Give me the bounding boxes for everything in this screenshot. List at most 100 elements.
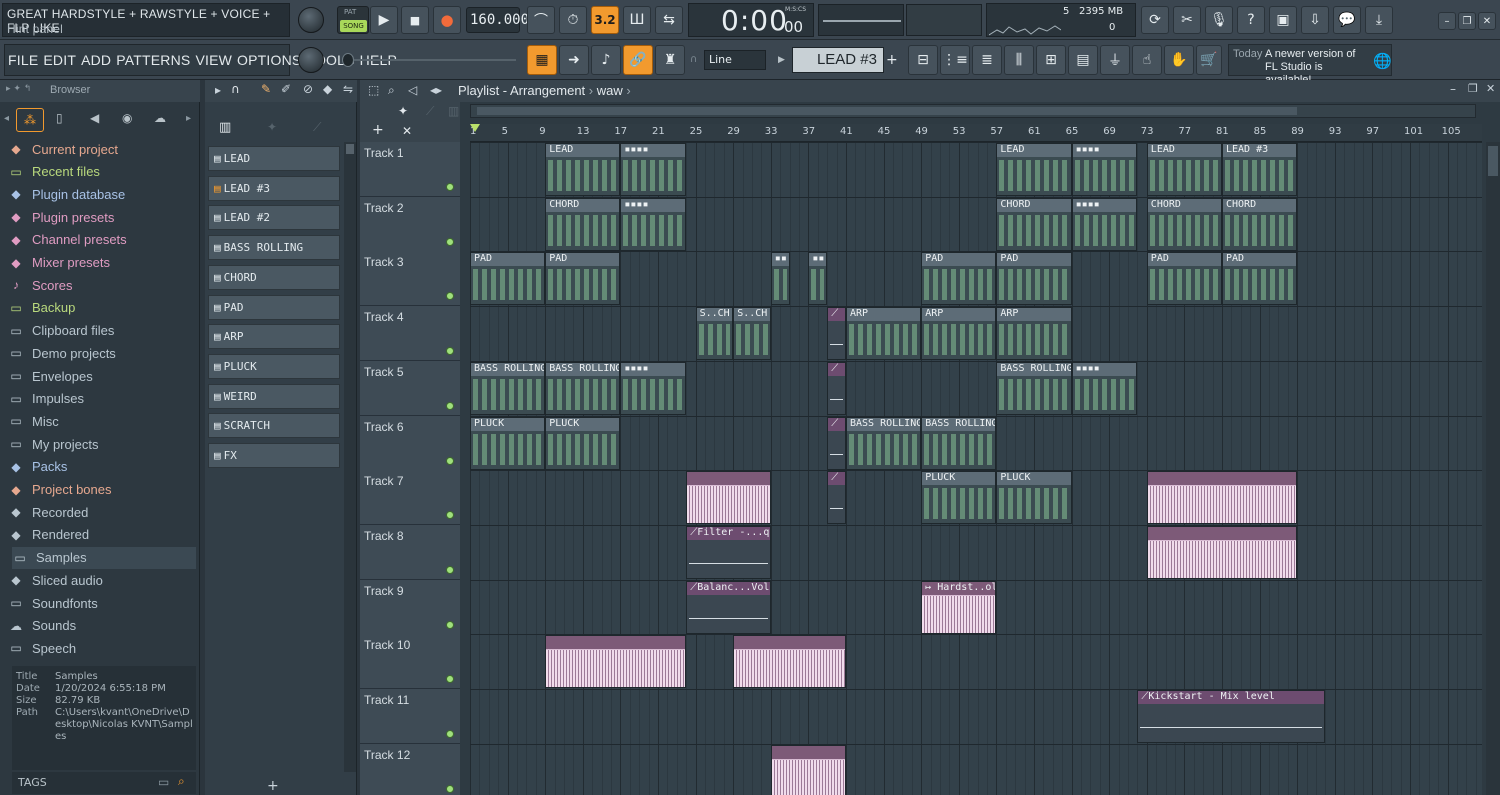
mixer-button[interactable]: ⊟ — [908, 45, 938, 75]
browser-item[interactable]: ▭ Backup — [8, 297, 75, 319]
pattern-item[interactable]: ▤ WEIRD — [208, 383, 340, 409]
pattern-clip[interactable]: ▪▪ — [770, 252, 790, 306]
pattern-clip[interactable]: ▪▪▪▪ — [620, 197, 687, 251]
browser-options-icon[interactable]: ▸ ✦ ↰ — [6, 84, 31, 94]
step-edit-button[interactable]: Ш — [623, 6, 651, 34]
track-mute-led[interactable] — [446, 183, 454, 191]
h-scroll-thumb[interactable] — [477, 107, 1297, 115]
playlist-maximize-icon[interactable]: ❐ — [1468, 82, 1478, 95]
browser-item[interactable]: ▭ Impulses — [8, 388, 84, 410]
pattern-item[interactable]: ▤ BASS ROLLING — [208, 235, 340, 261]
automation-clip[interactable]: ⟋Filter -...quency — [686, 525, 771, 579]
audio-clip[interactable] — [686, 471, 771, 525]
track-mute-led[interactable] — [446, 511, 454, 520]
menu-add[interactable]: ADD — [81, 52, 111, 68]
save-button[interactable]: ▣ — [1269, 6, 1297, 34]
browser-item[interactable]: ◆ Project bones — [8, 479, 111, 501]
browser-item[interactable]: ▭ Speech — [8, 637, 76, 659]
audio-clip[interactable] — [1146, 525, 1298, 579]
track-header[interactable]: Track 8 — [360, 524, 460, 580]
restore-button[interactable]: ❐ — [1458, 12, 1476, 30]
pattern-clip[interactable]: ▪▪▪▪ — [1071, 361, 1138, 415]
pattern-clip[interactable]: BASS ROLLING — [921, 416, 997, 470]
speaker-tool-icon[interactable]: ◁ — [408, 83, 417, 97]
loop-record-button[interactable]: ⇆ — [655, 6, 683, 34]
pattern-clip[interactable]: CHORD — [1222, 197, 1298, 251]
track-header[interactable]: Track 10 — [360, 634, 460, 690]
playlist-view-button[interactable]: ▦ — [527, 45, 557, 75]
chat-button[interactable]: 💬 — [1333, 6, 1361, 34]
timeline-ruler[interactable]: 1 5 9 13 17 21 25 29 33 37 41 45 49 53 57 61 65 69 73 77 81 8… — [470, 124, 1482, 142]
tab-all-icon[interactable]: ⁂ — [16, 108, 44, 132]
automation-clip[interactable]: ⟋ — [827, 361, 846, 415]
track-mute-led[interactable] — [446, 292, 454, 301]
touch-keyboard-button[interactable]: ☝ — [1132, 45, 1162, 75]
browser-item[interactable]: ▭ Recent files — [8, 161, 100, 183]
browser-item[interactable]: ◆ Mixer presets — [8, 252, 110, 274]
audio-clip[interactable] — [770, 744, 846, 795]
pencil-icon[interactable]: ✎ — [261, 82, 271, 96]
horizontal-scrollbar[interactable] — [470, 104, 1476, 118]
track-mute-led[interactable] — [446, 401, 454, 410]
browser-item[interactable]: ☁ Sounds — [8, 615, 76, 637]
pat-song-toggle[interactable]: PAT SONG — [337, 6, 369, 34]
automation-clip[interactable]: ⟋Balanc...Volume — [686, 580, 771, 634]
link-button[interactable]: 🔗 — [623, 45, 653, 75]
pattern-clip[interactable]: LEAD — [996, 143, 1072, 196]
news-panel[interactable]: Today A newer version of FL Studio is av… — [1228, 44, 1392, 86]
piano-roll-button[interactable]: ≣ — [972, 45, 1002, 75]
automation-clip[interactable]: ⟋ — [827, 307, 846, 361]
pattern-item[interactable]: ▤ LEAD — [208, 146, 340, 171]
pattern-clip[interactable]: PLUCK — [996, 471, 1072, 525]
tempo-tapper-button[interactable]: ✋ — [1164, 45, 1194, 75]
pattern-item[interactable]: ▤ PAD — [208, 294, 340, 320]
audio-input-button[interactable]: 🎙 — [1205, 6, 1233, 34]
undo-history-button[interactable]: ⟳ — [1141, 6, 1169, 34]
pattern-clip[interactable]: CHORD — [545, 197, 621, 251]
menu-arrow-icon[interactable]: ▸ — [215, 83, 221, 97]
track-header[interactable]: Track 6 — [360, 415, 460, 471]
track-mute-led[interactable] — [446, 565, 454, 574]
tabs-left-arrow-icon[interactable]: ◂ — [4, 113, 9, 124]
pattern-clip[interactable]: S..CH — [733, 307, 771, 361]
pattern-clip[interactable]: PAD — [1146, 252, 1222, 306]
menu-file[interactable]: FILE — [8, 52, 38, 68]
master-pitch-knob[interactable] — [298, 47, 324, 73]
browser-item[interactable]: ▭ Envelopes — [8, 365, 92, 387]
browser-item[interactable]: ◆ Plugin presets — [8, 206, 114, 228]
vertical-scrollbar[interactable] — [1486, 142, 1500, 795]
wave-icon[interactable]: ✦ — [398, 104, 408, 118]
playlist-close-icon[interactable]: ✕ — [1486, 82, 1495, 95]
snap-icon[interactable]: ◂▸ — [430, 83, 442, 97]
browser-item[interactable]: ▭ Samples — [12, 546, 196, 569]
track-header[interactable]: Track 1 — [360, 142, 460, 197]
pattern-selector[interactable]: LEAD #3 — [792, 47, 884, 73]
pattern-clip[interactable]: LEAD #3 — [1222, 143, 1298, 196]
pattern-clip[interactable]: PAD — [996, 252, 1072, 306]
pattern-item[interactable]: ▤ LEAD #3 — [208, 175, 340, 201]
pattern-item[interactable]: ▤ ARP — [208, 324, 340, 350]
tab-cloud-icon[interactable]: ☁ — [154, 111, 166, 125]
browser-item[interactable]: ◆ Channel presets — [8, 229, 126, 251]
brush-icon[interactable]: ✐ — [281, 82, 291, 96]
pattern-clip[interactable]: PLUCK — [470, 416, 546, 470]
browser-item[interactable]: ◆ Plugin database — [8, 183, 125, 205]
track-mute-led[interactable] — [446, 620, 454, 629]
magnet-snap-icon[interactable]: ∩ — [231, 82, 240, 96]
track-header[interactable]: Track 7 — [360, 470, 460, 526]
automation-clip[interactable]: ⟋ — [827, 471, 846, 525]
browser-item[interactable]: ▭ My projects — [8, 433, 98, 455]
track-mute-led[interactable] — [446, 675, 454, 684]
browser-tree-button[interactable]: ⊞ — [1036, 45, 1066, 75]
audio-clip[interactable] — [733, 635, 846, 689]
track-mute-led[interactable] — [446, 347, 454, 356]
pattern-clip[interactable]: BASS ROLLING — [545, 361, 621, 415]
record-button[interactable]: ● — [433, 6, 461, 34]
pattern-clip[interactable]: ▪▪▪▪ — [1071, 143, 1138, 196]
pattern-clip[interactable]: LEAD — [1146, 143, 1222, 196]
pattern-clip[interactable]: CHORD — [1146, 197, 1222, 251]
tab-plugin-icon[interactable]: ◉ — [122, 111, 132, 125]
plugin-button[interactable]: ⏚ — [1100, 45, 1130, 75]
pattern-clip[interactable]: ARP — [921, 307, 997, 361]
step-sequencer-button[interactable]: ➜ — [559, 45, 589, 75]
